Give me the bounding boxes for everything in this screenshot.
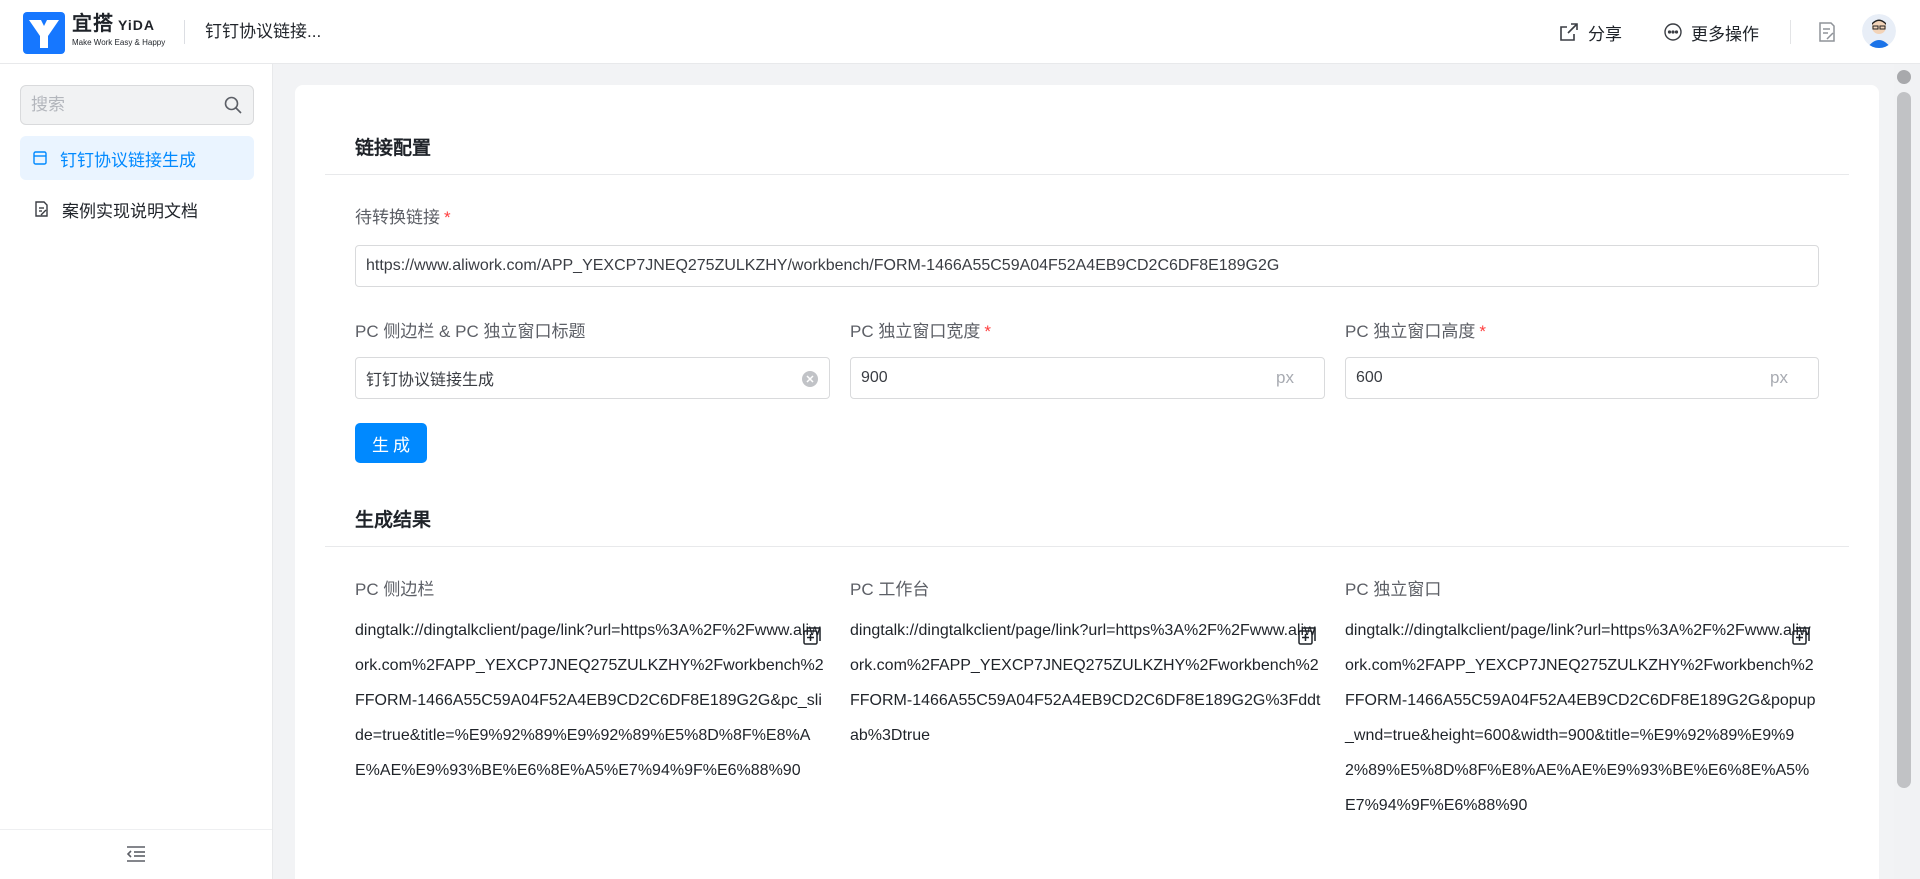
more-actions-button[interactable]: 更多操作 [1663,18,1759,46]
clear-icon[interactable] [801,370,819,388]
brand-slogan: Make Work Easy & Happy [72,38,166,47]
share-button[interactable]: 分享 [1558,18,1622,46]
source-link-field [355,245,1819,287]
height-label: PC 独立窗口高度 * [1345,321,1486,343]
height-label-text: PC 独立窗口高度 [1345,322,1476,341]
title-label: PC 侧边栏 & PC 独立窗口标题 [355,321,585,343]
source-link-label-text: 待转换链接 [355,208,440,227]
brand-name: 宜搭 [72,13,114,35]
result-text-popup: dingtalk://dingtalkclient/page/link?url=… [1345,622,1816,814]
doc-icon[interactable] [1815,20,1839,44]
height-input[interactable] [1346,358,1818,398]
generate-button[interactable]: 生成 [355,423,427,463]
result-label-sidebar: PC 侧边栏 [355,580,435,599]
copy-icon[interactable] [802,626,822,646]
width-unit: px [1276,368,1294,387]
brand-en: YiDA [118,17,155,33]
avatar[interactable] [1862,14,1896,48]
form-icon [33,151,47,165]
result-label-popup: PC 独立窗口 [1345,580,1442,599]
result-label-workbench: PC 工作台 [850,580,930,599]
scrollbar-up-button[interactable] [1897,70,1911,84]
sidebar-item-dingtalk-link[interactable]: 钉钉协议链接生成 [20,136,254,180]
brand: 宜搭 YiDA Make Work Easy & Happy [72,13,165,48]
copy-icon[interactable] [1297,626,1317,646]
source-link-input[interactable] [356,246,1818,286]
header-divider [184,20,185,44]
section-divider [325,174,1849,175]
width-field: px [850,357,1325,399]
sidebar-item-label: 钉钉协议链接生成 [60,150,196,170]
header-separator [1790,20,1791,44]
sidebar-search [20,85,254,125]
title-label-text: PC 侧边栏 & PC 独立窗口标题 [355,322,586,341]
scrollbar-thumb[interactable] [1897,92,1911,788]
width-input[interactable] [851,358,1324,398]
sidebar-item-case-doc[interactable]: 案例实现说明文档 [20,187,254,231]
more-label: 更多操作 [1691,24,1759,44]
title-input[interactable] [356,358,829,398]
main-card: 链接配置 待转换链接* PC 侧边栏 & PC 独立窗口标题 PC 独立窗口宽度… [295,85,1879,879]
top-header: 宜搭 YiDA Make Work Easy & Happy 钉钉协议链接... … [0,0,1920,64]
width-label-text: PC 独立窗口宽度 [850,322,981,341]
doc-edit-icon [35,201,48,217]
sidebar: 钉钉协议链接生成 案例实现说明文档 [0,64,273,879]
title-field [355,357,830,399]
search-icon[interactable] [223,95,243,115]
search-input[interactable] [21,86,201,124]
required-mark: * [444,208,451,227]
required-mark: * [984,322,991,341]
collapse-icon[interactable] [125,844,147,864]
height-unit: px [1770,368,1788,387]
required-mark: * [1479,322,1486,341]
sidebar-footer [0,829,272,879]
height-field: px [1345,357,1819,399]
result-section-title: 生成结果 [355,510,432,531]
section-divider [325,546,1849,547]
app-title[interactable]: 钉钉协议链接... [205,20,321,44]
sidebar-item-label: 案例实现说明文档 [62,201,198,221]
share-label: 分享 [1588,24,1622,44]
copy-icon[interactable] [1791,626,1811,646]
source-link-label: 待转换链接 * [355,207,451,229]
yida-logo-icon[interactable] [23,12,65,54]
result-text-workbench: dingtalk://dingtalkclient/page/link?url=… [850,622,1321,744]
width-label: PC 独立窗口宽度 * [850,321,991,343]
config-section-title: 链接配置 [355,138,432,159]
more-icon [1664,23,1682,41]
share-icon [1560,23,1578,41]
result-text-sidebar: dingtalk://dingtalkclient/page/link?url=… [355,622,824,779]
